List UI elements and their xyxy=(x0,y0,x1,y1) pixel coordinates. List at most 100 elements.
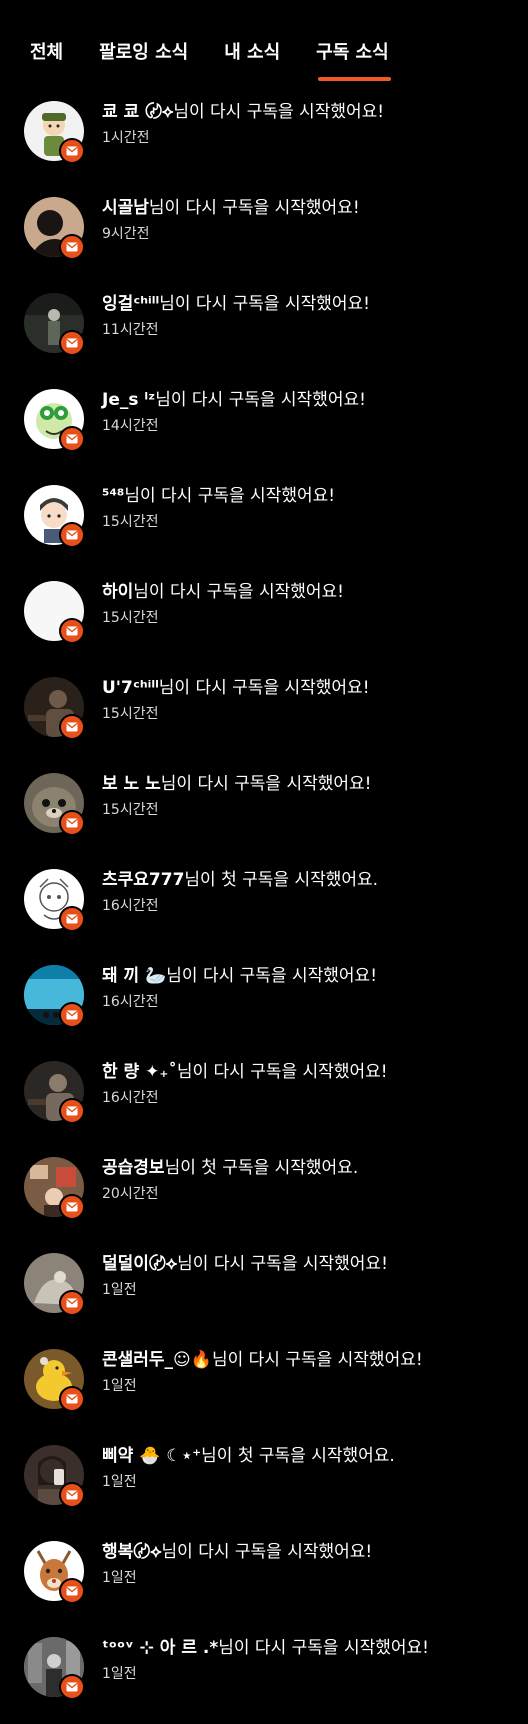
notification-message-line: 삐약 🐣 ☾⋆⁺님이 첫 구독을 시작했어요. xyxy=(102,1445,520,1467)
envelope-icon xyxy=(66,434,78,444)
tab-all[interactable]: 전체 xyxy=(30,38,63,64)
subscriber-name: 콘샐러두_☺🔥 xyxy=(102,1350,212,1370)
avatar-container[interactable] xyxy=(24,293,85,356)
notification-item[interactable]: 덜덜이〄⟡님이 다시 구독을 시작했어요! 1일전 xyxy=(0,1236,528,1332)
notification-text: 삐약 🐣 ☾⋆⁺님이 첫 구독을 시작했어요. 1일전 xyxy=(102,1445,520,1491)
notification-item[interactable]: ᵗᵒᵒᵛ ⊹ 아 르 .*님이 다시 구독을 시작했어요! 1일전 xyxy=(0,1620,528,1716)
avatar-container[interactable] xyxy=(24,1637,85,1700)
avatar-container[interactable] xyxy=(24,1061,85,1124)
notification-item[interactable]: 쿄 쿄 〄⟡님이 다시 구독을 시작했어요! 1시간전 xyxy=(0,84,528,180)
notification-message-line: 돼 끼 🦢님이 다시 구독을 시작했어요! xyxy=(102,965,520,987)
notification-message: 님이 다시 구독을 시작했어요! xyxy=(155,390,366,410)
notification-time: 1일전 xyxy=(102,1378,137,1394)
notification-item[interactable]: 한 량 ✦₊˚님이 다시 구독을 시작했어요! 16시간전 xyxy=(0,1044,528,1140)
avatar-container[interactable] xyxy=(24,677,85,740)
notification-message: 님이 다시 구독을 시작했어요! xyxy=(176,1062,388,1082)
notification-text: 쿄 쿄 〄⟡님이 다시 구독을 시작했어요! 1시간전 xyxy=(102,101,520,147)
avatar-container[interactable] xyxy=(24,773,85,836)
notification-message-line: 보 노 노님이 다시 구독을 시작했어요! xyxy=(102,773,520,795)
notification-message-line: 하이님이 다시 구독을 시작했어요! xyxy=(102,581,520,603)
subscriber-name: U'7ᶜʰⁱˡˡ xyxy=(102,678,159,698)
notification-list: 쿄 쿄 〄⟡님이 다시 구독을 시작했어요! 1시간전 시골남님이 다시 구독을 시… xyxy=(0,84,528,1716)
avatar-container[interactable] xyxy=(24,485,85,548)
notification-item[interactable]: 콘샐러두_☺🔥님이 다시 구독을 시작했어요! 1일전 xyxy=(0,1332,528,1428)
avatar-container[interactable] xyxy=(24,1445,85,1508)
notification-time: 16시간전 xyxy=(102,1090,159,1106)
notification-text: 츠쿠요777님이 첫 구독을 시작했어요. 16시간전 xyxy=(102,869,520,915)
notification-time: 20시간전 xyxy=(102,1186,159,1202)
notification-item[interactable]: 잉걸ᶜʰⁱˡˡ님이 다시 구독을 시작했어요! 11시간전 xyxy=(0,276,528,372)
subscriber-name: 보 노 노 xyxy=(102,774,161,794)
subscriber-name: 삐약 🐣 ☾⋆⁺ xyxy=(102,1446,202,1466)
notification-message: 님이 다시 구독을 시작했어요! xyxy=(159,294,370,314)
notification-item[interactable]: ⁵⁴⁸님이 다시 구독을 시작했어요! 15시간전 xyxy=(0,468,528,564)
subscription-badge xyxy=(59,1002,85,1028)
envelope-icon xyxy=(66,1202,78,1212)
notification-text: 하이님이 다시 구독을 시작했어요! 15시간전 xyxy=(102,581,520,627)
subscriber-name: 하이 xyxy=(102,582,134,602)
notification-message: 님이 다시 구독을 시작했어요! xyxy=(148,198,360,218)
envelope-icon xyxy=(66,818,78,828)
subscription-badge xyxy=(59,330,85,356)
notification-item[interactable]: Je_s ˡᶻ님이 다시 구독을 시작했어요! 14시간전 xyxy=(0,372,528,468)
subscription-badge xyxy=(59,810,85,836)
avatar-container[interactable] xyxy=(24,1253,85,1316)
avatar-container[interactable] xyxy=(24,1157,85,1220)
notification-item[interactable]: U'7ᶜʰⁱˡˡ님이 다시 구독을 시작했어요! 15시간전 xyxy=(0,660,528,756)
avatar-container[interactable] xyxy=(24,389,85,452)
subscription-badge xyxy=(59,234,85,260)
subscription-badge xyxy=(59,522,85,548)
notification-item[interactable]: 삐약 🐣 ☾⋆⁺님이 첫 구독을 시작했어요. 1일전 xyxy=(0,1428,528,1524)
notification-time: 16시간전 xyxy=(102,994,159,1010)
notification-time: 14시간전 xyxy=(102,418,159,434)
notification-item[interactable]: 츠쿠요777님이 첫 구독을 시작했어요. 16시간전 xyxy=(0,852,528,948)
avatar-container[interactable] xyxy=(24,869,85,932)
notification-time: 1일전 xyxy=(102,1474,137,1490)
subscriber-name: ⁵⁴⁸ xyxy=(102,486,125,506)
avatar-container[interactable] xyxy=(24,1541,85,1604)
notification-item[interactable]: 하이님이 다시 구독을 시작했어요! 15시간전 xyxy=(0,564,528,660)
notification-message: 님이 첫 구독을 시작했어요. xyxy=(201,1446,395,1466)
subscriber-name: 공습경보 xyxy=(102,1158,165,1178)
notification-message: 님이 다시 구독을 시작했어요! xyxy=(173,102,385,122)
avatar-container[interactable] xyxy=(24,197,85,260)
envelope-icon xyxy=(66,338,78,348)
notification-message: 님이 다시 구독을 시작했어요! xyxy=(166,966,378,986)
notification-text: 시골남님이 다시 구독을 시작했어요! 9시간전 xyxy=(102,197,520,243)
notification-tabs: 전체 팔로잉 소식 내 소식 구독 소식 xyxy=(0,0,528,84)
notification-message-line: ᵗᵒᵒᵛ ⊹ 아 르 .*님이 다시 구독을 시작했어요! xyxy=(102,1637,520,1659)
notification-item[interactable]: 돼 끼 🦢님이 다시 구독을 시작했어요! 16시간전 xyxy=(0,948,528,1044)
notification-item[interactable]: 시골남님이 다시 구독을 시작했어요! 9시간전 xyxy=(0,180,528,276)
tab-subscription-news[interactable]: 구독 소식 xyxy=(316,38,391,81)
subscriber-name: 쿄 쿄 〄⟡ xyxy=(102,102,174,122)
envelope-icon xyxy=(66,530,78,540)
notification-message: 님이 다시 구독을 시작했어요! xyxy=(133,582,344,602)
tab-following-news[interactable]: 팔로잉 소식 xyxy=(99,38,188,64)
notification-message-line: 콘샐러두_☺🔥님이 다시 구독을 시작했어요! xyxy=(102,1349,520,1371)
subscriber-name: 시골남 xyxy=(102,198,149,218)
notification-time: 1일전 xyxy=(102,1570,137,1586)
notification-message-line: Je_s ˡᶻ님이 다시 구독을 시작했어요! xyxy=(102,389,520,411)
notification-item[interactable]: 행복〄⟡님이 다시 구독을 시작했어요! 1일전 xyxy=(0,1524,528,1620)
notification-message: 님이 다시 구독을 시작했어요! xyxy=(177,1254,388,1274)
avatar-container[interactable] xyxy=(24,101,85,164)
notification-time: 16시간전 xyxy=(102,898,159,914)
notification-message-line: 한 량 ✦₊˚님이 다시 구독을 시작했어요! xyxy=(102,1061,520,1083)
avatar-container[interactable] xyxy=(24,1349,85,1412)
avatar-container[interactable] xyxy=(24,965,85,1028)
notification-text: 행복〄⟡님이 다시 구독을 시작했어요! 1일전 xyxy=(102,1541,520,1587)
avatar-container[interactable] xyxy=(24,581,85,644)
subscriber-name: ᵗᵒᵒᵛ ⊹ 아 르 .* xyxy=(102,1638,219,1658)
notification-text: 덜덜이〄⟡님이 다시 구독을 시작했어요! 1일전 xyxy=(102,1253,520,1299)
subscription-badge xyxy=(59,1482,85,1508)
notification-time: 15시간전 xyxy=(102,802,159,818)
tab-my-news[interactable]: 내 소식 xyxy=(224,38,280,64)
envelope-icon xyxy=(66,722,78,732)
notification-item[interactable]: 보 노 노님이 다시 구독을 시작했어요! 15시간전 xyxy=(0,756,528,852)
notification-text: U'7ᶜʰⁱˡˡ님이 다시 구독을 시작했어요! 15시간전 xyxy=(102,677,520,723)
notification-message-line: 시골남님이 다시 구독을 시작했어요! xyxy=(102,197,520,219)
notification-item[interactable]: 공습경보님이 첫 구독을 시작했어요. 20시간전 xyxy=(0,1140,528,1236)
subscription-badge xyxy=(59,1194,85,1220)
envelope-icon xyxy=(66,1586,78,1596)
envelope-icon xyxy=(66,1106,78,1116)
